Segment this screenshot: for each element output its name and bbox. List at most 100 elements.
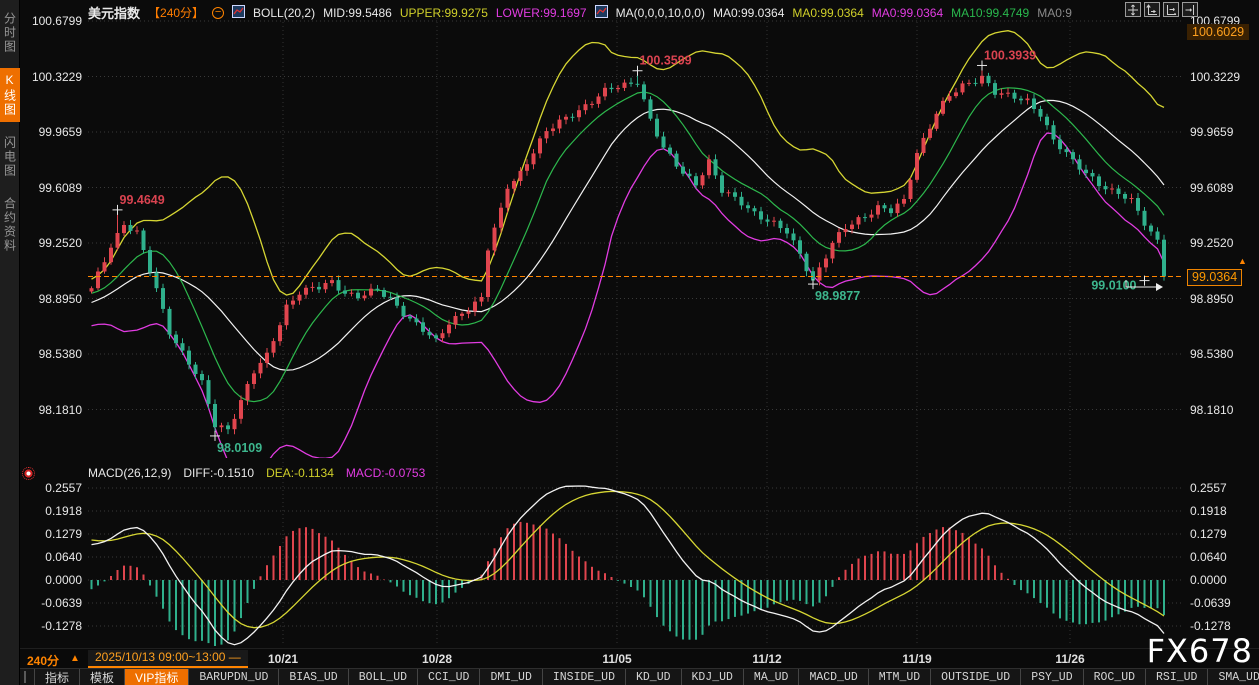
date-label: 10/28 xyxy=(422,652,452,666)
tab-4[interactable]: BIAS_UD xyxy=(278,669,347,685)
axis-tick-label: 99.2520 xyxy=(39,236,82,250)
macd-settings-icon[interactable] xyxy=(22,467,35,480)
left-price-axis: 100.6799 100.3229 99.9659 99.6089 99.2520 98.… xyxy=(20,0,86,648)
axis-tick-label: -0.1278 xyxy=(41,619,82,633)
axis-tick-label: 100.6799 xyxy=(32,14,82,28)
boll-lower-value: LOWER:99.1697 xyxy=(496,6,587,20)
date-label: 11/19 xyxy=(902,652,931,666)
axis-tick-label: 0.1918 xyxy=(1190,504,1227,518)
axis-tick-label: 99.6089 xyxy=(39,181,82,195)
axis-dock-icon[interactable] xyxy=(1182,2,1198,17)
axis-tick-label: 98.1810 xyxy=(1190,403,1233,417)
svg-text:98.9877: 98.9877 xyxy=(815,289,860,303)
tab-9[interactable]: KD_UD xyxy=(625,669,681,685)
tab-2[interactable]: VIP指标 xyxy=(124,669,188,685)
axis-tick-label: 0.2557 xyxy=(45,481,82,495)
boll-indicator-icon[interactable] xyxy=(232,5,245,21)
axis-tick-label: 0.1279 xyxy=(1190,527,1227,541)
bottom-indicator-tabs: 指标模板VIP指标BARUPDN_UDBIAS_UDBOLL_UDCCI_UDD… xyxy=(20,668,1259,685)
axis-tick-label: 0.0000 xyxy=(1190,573,1227,587)
tab-6[interactable]: CCI_UD xyxy=(417,669,479,685)
tab-8[interactable]: INSIDE_UD xyxy=(542,669,625,685)
svg-text:100.3939: 100.3939 xyxy=(984,48,1036,62)
tab-16[interactable]: ROC_UD xyxy=(1083,669,1145,685)
symbol-title: 美元指数 xyxy=(88,3,140,22)
period-arrow-icon: ▲ xyxy=(70,653,80,664)
axis-tick-label: 0.1279 xyxy=(45,527,82,541)
tab-3[interactable]: BARUPDN_UD xyxy=(188,669,278,685)
ma10-value: MA10:99.4749 xyxy=(951,6,1029,20)
minus-circle-icon[interactable]: − xyxy=(212,7,224,19)
axis-tick-label: 0.1918 xyxy=(45,504,82,518)
macd-title: MACD(26,12,9) xyxy=(88,466,171,480)
axis-tick-label: 98.8950 xyxy=(39,292,82,306)
resize-grip[interactable] xyxy=(24,671,26,683)
boll-upper-value: UPPER:99.9275 xyxy=(400,6,488,20)
macd-macd-value: MACD:-0.0753 xyxy=(346,466,425,480)
sidebar-item-1[interactable]: K线图 xyxy=(0,68,20,122)
tab-1[interactable]: 模板 xyxy=(79,669,124,685)
candlestick-chart[interactable]: 99.464998.0109100.359998.9877100.393999.… xyxy=(0,0,1259,648)
axis-tick-label: 0.0640 xyxy=(1190,550,1227,564)
time-range-selector[interactable]: 2025/10/13 09:00~13:00 — xyxy=(88,650,248,668)
date-label: 11/05 xyxy=(602,652,631,666)
axis-tick-label: 98.5380 xyxy=(1190,347,1233,361)
left-sidebar: 分时图 K线图闪电图合约资料 xyxy=(0,0,20,685)
tab-12[interactable]: MACD_UD xyxy=(798,669,867,685)
ma0-yellow-value: MA0:99.0364 xyxy=(792,6,863,20)
axis-tick-label: 99.9659 xyxy=(39,125,82,139)
svg-text:98.0109: 98.0109 xyxy=(217,441,262,455)
tab-13[interactable]: MTM_UD xyxy=(868,669,930,685)
tab-0[interactable]: 指标 xyxy=(34,669,79,685)
axis-tick-label: 0.0000 xyxy=(45,573,82,587)
price-up-arrow-icon: ▲ xyxy=(1238,256,1247,266)
tab-11[interactable]: MA_UD xyxy=(743,669,799,685)
axis-tick-label: 98.8950 xyxy=(1190,292,1233,306)
tab-5[interactable]: BOLL_UD xyxy=(348,669,417,685)
ma0-white-value: MA0:99.0364 xyxy=(713,6,784,20)
axis-tick-label: 99.6089 xyxy=(1190,181,1233,195)
tab-17[interactable]: RSI_UD xyxy=(1145,669,1207,685)
sidebar-item-3[interactable]: 合约资料 xyxy=(0,192,20,258)
axis-tick-label: 100.3229 xyxy=(32,70,82,84)
trading-app: 99.464998.0109100.359998.9877100.393999.… xyxy=(0,0,1259,685)
time-axis-bar: 240分 ▲ 2025/10/13 09:00~13:00 — 10/2110/… xyxy=(0,648,1259,668)
date-label: 10/21 xyxy=(268,652,298,666)
period-badge: 【240分】 xyxy=(148,4,204,21)
watermark: FX678 xyxy=(1147,632,1253,670)
session-high-badge: 100.6029 xyxy=(1187,24,1249,40)
sidebar-item-0[interactable]: 分时图 xyxy=(0,7,20,59)
ma-indicator-icon[interactable] xyxy=(595,5,608,21)
axis-scroll-icon[interactable] xyxy=(1163,2,1179,17)
ma-label: MA(0,0,0,10,0,0) xyxy=(616,6,705,20)
tab-14[interactable]: OUTSIDE_UD xyxy=(930,669,1020,685)
tab-7[interactable]: DMI_UD xyxy=(479,669,541,685)
axis-tick-label: 99.2520 xyxy=(1190,236,1233,250)
macd-diff-value: DIFF:-0.1510 xyxy=(183,466,254,480)
axis-tick-label: 0.2557 xyxy=(1190,481,1227,495)
tab-18[interactable]: SMA_UD xyxy=(1207,669,1259,685)
axis-zoom-icon[interactable] xyxy=(1144,2,1160,17)
right-price-axis: 100.6799100.322999.965999.608999.252098.… xyxy=(1188,0,1258,648)
boll-label: BOLL(20,2) xyxy=(253,6,315,20)
axis-tick-label: 98.1810 xyxy=(39,403,82,417)
current-price-badge: 99.0364 xyxy=(1187,269,1242,286)
macd-dea-value: DEA:-0.1134 xyxy=(266,466,334,480)
boll-mid-value: MID:99.5486 xyxy=(323,6,392,20)
ma0-magenta-value: MA0:99.0364 xyxy=(872,6,943,20)
macd-header: MACD(26,12,9) DIFF:-0.1510 DEA:-0.1134 M… xyxy=(88,466,425,480)
axis-tick-label: -0.1278 xyxy=(1190,619,1231,633)
svg-text:99.0100: 99.0100 xyxy=(1091,279,1136,293)
sidebar-item-2[interactable]: 闪电图 xyxy=(0,131,20,183)
tab-15[interactable]: PSY_UD xyxy=(1020,669,1082,685)
date-label: 11/12 xyxy=(752,652,781,666)
tab-10[interactable]: KDJ_UD xyxy=(681,669,743,685)
axis-tick-label: -0.0639 xyxy=(1190,596,1231,610)
ma-gray-value: MA0:9 xyxy=(1037,6,1072,20)
axis-tick-label: 100.3229 xyxy=(1190,70,1240,84)
svg-text:99.4649: 99.4649 xyxy=(120,193,165,207)
pan-icon[interactable] xyxy=(1125,2,1141,17)
axis-tick-label: 99.9659 xyxy=(1190,125,1233,139)
date-label: 11/26 xyxy=(1055,652,1084,666)
chart-toolbar xyxy=(1125,2,1198,17)
